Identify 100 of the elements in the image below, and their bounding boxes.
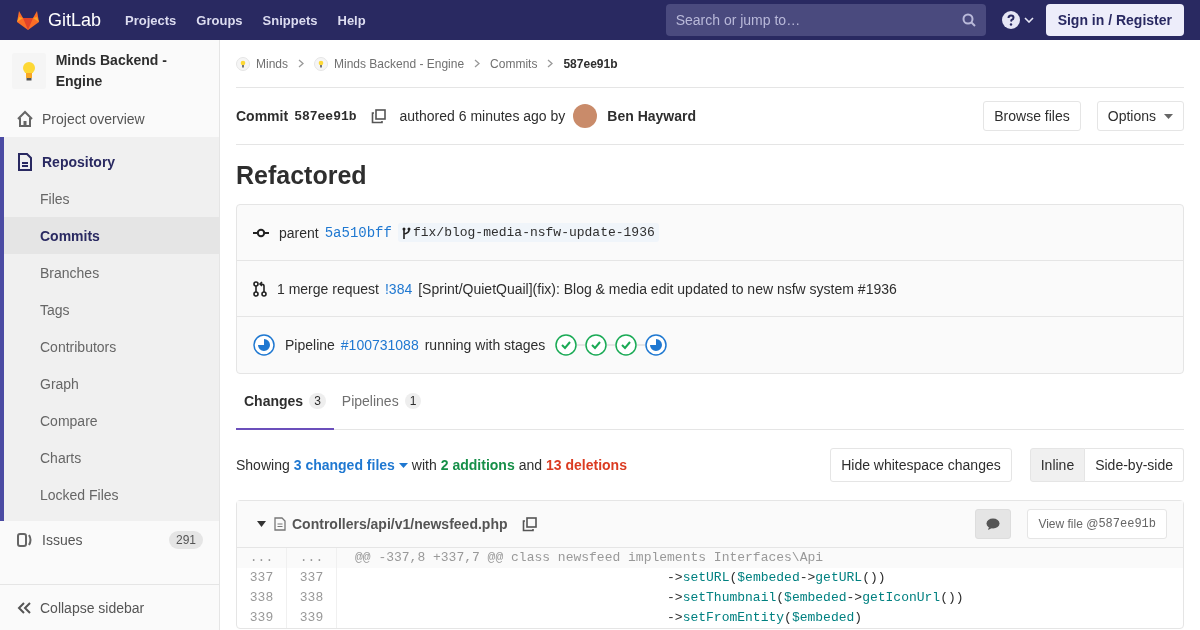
options-dropdown[interactable]: Options [1096, 101, 1184, 131]
merge-request-title: [Sprint/QuietQuail](fix): Blog & media edit updated to new nsfw system #1936 [418, 280, 897, 297]
breadcrumb-link[interactable]: 587ee91b [563, 56, 618, 71]
search-field[interactable]: Search or jump to… [665, 4, 986, 36]
count-badge: 3 [309, 393, 326, 409]
check-circle-icon[interactable] [585, 334, 608, 356]
caret-icon [1023, 17, 1034, 23]
caret-icon [398, 462, 408, 468]
home-icon [16, 109, 34, 128]
file-icon [274, 517, 286, 531]
line-number: 338 [287, 588, 337, 608]
line-number: ... [237, 548, 287, 568]
browse-files-button[interactable]: Browse files [983, 101, 1081, 131]
tab[interactable]: Changes 3 [236, 374, 334, 430]
file-path-link[interactable]: Controllers/api/v1/newsfeed.php [292, 516, 508, 532]
copy-icon [370, 108, 386, 124]
pipeline-status-text: running with stages [424, 337, 546, 353]
sidebar-subitem[interactable]: Tags [4, 291, 219, 328]
collapse-toggle[interactable] [257, 521, 266, 527]
authored-text: authored 6 minutes ago by [399, 108, 566, 124]
sidebar-item[interactable]: Issues 291 [0, 521, 219, 558]
sidebar-item[interactable]: Project overview [0, 100, 219, 137]
breadcrumb-link[interactable]: Commits [490, 56, 538, 71]
chevron-icon [298, 59, 304, 68]
comment-button[interactable] [975, 509, 1012, 539]
sidebar-subitem[interactable]: Contributors [4, 328, 219, 365]
chevron-icon [474, 59, 481, 68]
sidebar-subitem[interactable]: Branches [4, 254, 219, 291]
fox-logo-icon [16, 9, 40, 31]
summary-text: and [518, 457, 543, 473]
tab[interactable]: Pipelines 1 [333, 374, 430, 430]
speech-bubble-icon [986, 518, 1001, 530]
line-number: ... [287, 548, 337, 568]
parent-label: parent [279, 224, 319, 241]
commit-label: Commit [236, 108, 289, 124]
branch-icon [401, 226, 411, 239]
breadcrumb-link[interactable]: Minds [256, 56, 288, 71]
sidebar-subitem[interactable]: Graph [4, 365, 219, 402]
merge-request-link[interactable]: !384 [384, 280, 413, 297]
nav-link[interactable]: Help [337, 12, 366, 28]
code-line: ->setFromEntity($embeded) [666, 609, 863, 627]
hide-whitespace-button[interactable]: Hide whitespace changes [830, 448, 1012, 482]
pipeline-label: Pipeline [285, 337, 335, 353]
double-chevron-icon [16, 600, 32, 615]
commit-sha: 587ee91b [294, 108, 357, 124]
merge-request-icon [253, 280, 267, 297]
line-number: 337 [287, 568, 337, 588]
nav-link[interactable]: Projects [125, 12, 177, 28]
document-icon [16, 152, 34, 171]
merge-request-count: 1 merge request [277, 280, 379, 297]
deletions-count: 13 deletions [546, 457, 627, 473]
sign-in-button[interactable]: Sign in / Register [1045, 4, 1184, 36]
line-number: 339 [287, 608, 337, 628]
author-link[interactable]: Ben Hayward [607, 108, 697, 124]
running-status-icon [253, 334, 275, 356]
view-mode-button[interactable]: Inline [1029, 448, 1086, 482]
line-number: 339 [237, 608, 287, 628]
sidebar-subitem[interactable]: Compare [4, 402, 219, 439]
issues-icon [16, 530, 34, 549]
copy-icon [521, 516, 537, 532]
collapse-sidebar-button[interactable]: Collapse sidebar [0, 584, 219, 630]
parent-sha-link[interactable]: 5a510bff [324, 224, 392, 241]
line-number: 338 [237, 588, 287, 608]
sidebar-subitem[interactable]: Files [4, 180, 219, 217]
breadcrumb-link[interactable]: Minds Backend - Engine [334, 56, 465, 71]
code-line: @@ -337,8 +337,7 @@ class newsfeed implements Interfaces\Api [354, 549, 824, 567]
check-circle-icon[interactable] [555, 334, 578, 356]
code-line: ->setURL($embeded->getURL()) [666, 569, 886, 587]
summary-text: Showing [236, 457, 290, 473]
search-icon [961, 13, 976, 27]
logo-text[interactable]: GitLab [48, 9, 102, 31]
caret-icon [1164, 113, 1173, 119]
view-mode-button[interactable]: Side-by-side [1085, 448, 1184, 482]
lightbulb-icon [314, 56, 328, 71]
sidebar-subitem[interactable]: Commits [4, 217, 219, 254]
nav-link[interactable]: Groups [196, 12, 243, 28]
help-icon [1001, 11, 1020, 29]
commit-icon [253, 227, 269, 238]
project-name[interactable]: Minds Backend - Engine [55, 50, 207, 92]
lightbulb-icon [21, 61, 36, 81]
pipeline-link[interactable]: #100731088 [340, 337, 419, 353]
line-number: 337 [237, 568, 287, 588]
nav-link[interactable]: Snippets [262, 12, 318, 28]
running-status-icon[interactable] [645, 334, 668, 356]
code-line: ->setThumbnail($embeded->getIconUrl()) [666, 589, 964, 607]
caret-icon [257, 521, 266, 527]
branch-label[interactable]: fix/blog-media-nsfw-update-1936 [397, 223, 659, 242]
avatar-placeholder [573, 104, 598, 128]
lightbulb-icon [236, 56, 250, 71]
summary-text: with [411, 457, 437, 473]
additions-count: 2 additions [440, 457, 515, 473]
sidebar-subitem[interactable]: Locked Files [4, 476, 219, 513]
view-file-button[interactable]: View file @587ee91b [1027, 509, 1167, 539]
check-circle-icon[interactable] [615, 334, 638, 356]
commit-title: Refactored [236, 161, 368, 190]
changed-files-dropdown[interactable]: 3 changed files [293, 457, 408, 473]
chevron-icon [547, 59, 554, 68]
sidebar-subitem[interactable]: Charts [4, 439, 219, 476]
count-badge: 291 [168, 530, 203, 549]
count-badge: 1 [404, 393, 422, 409]
